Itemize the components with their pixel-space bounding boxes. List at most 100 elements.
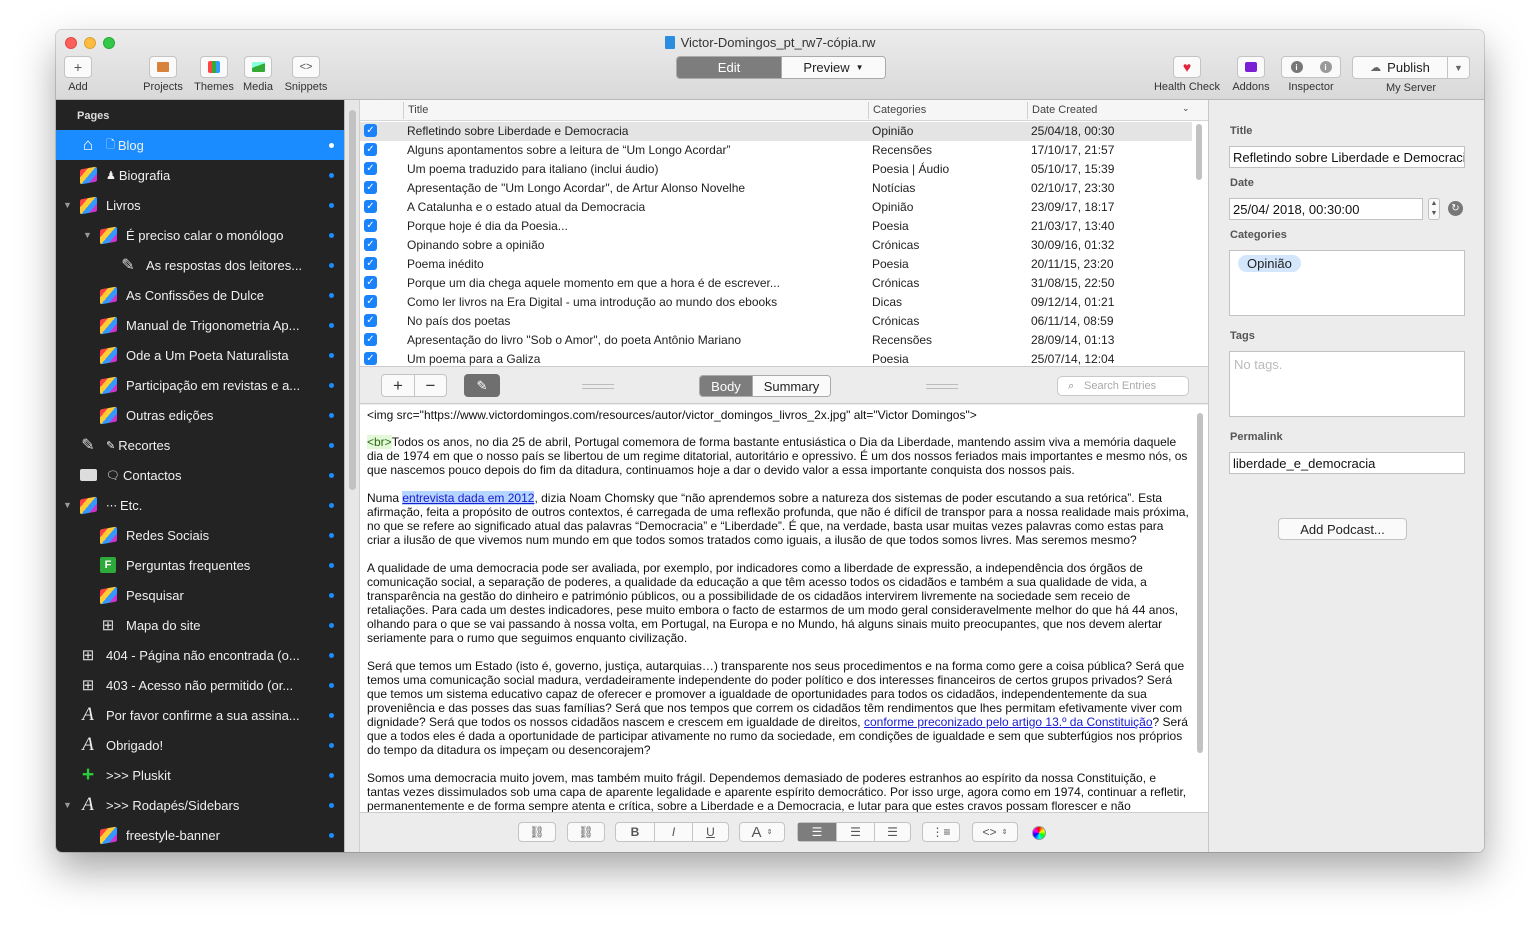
sidebar-item[interactable]: Pesquisar: [56, 580, 344, 610]
sidebar-item[interactable]: ⌂ 🗋 Blog: [56, 130, 344, 160]
category-chip[interactable]: Opinião: [1238, 255, 1301, 272]
entry-checkbox[interactable]: ✓: [364, 219, 377, 232]
refresh-date-icon[interactable]: ↻: [1448, 201, 1463, 216]
body-tab[interactable]: Body: [700, 376, 752, 396]
unlink-button[interactable]: ⛓: [567, 822, 605, 842]
permalink-field[interactable]: liberdade_e_democracia: [1229, 452, 1465, 474]
sidebar-item[interactable]: ⊞ 404 - Página não encontrada (o...: [56, 640, 344, 670]
sidebar-item[interactable]: ▼ A >>> Rodapés/Sidebars: [56, 790, 344, 820]
entry-checkbox[interactable]: ✓: [364, 238, 377, 251]
entry-checkbox[interactable]: ✓: [364, 124, 377, 137]
edit-entry-button[interactable]: ✎: [464, 374, 500, 397]
sidebar-item[interactable]: ♟ Biografia: [56, 160, 344, 190]
add-entry-button[interactable]: +: [382, 375, 414, 396]
disclosure-triangle-icon[interactable]: ▼: [63, 500, 72, 510]
title-field[interactable]: Refletindo sobre Liberdade e Democracia: [1229, 146, 1465, 168]
search-entries-input[interactable]: ⌕ Search Entries: [1057, 376, 1189, 396]
resize-grip-icon[interactable]: [582, 384, 614, 389]
sidebar-item[interactable]: ⊞ Mapa do site: [56, 610, 344, 640]
disclosure-triangle-icon[interactable]: ▼: [63, 800, 72, 810]
addons-button[interactable]: Addons: [1230, 56, 1272, 93]
media-button[interactable]: Media: [242, 56, 274, 93]
color-picker-icon[interactable]: [1032, 826, 1046, 840]
list-button[interactable]: ⋮≡: [922, 822, 960, 842]
entry-checkbox[interactable]: ✓: [364, 352, 377, 365]
table-row[interactable]: ✓ Como ler livros na Era Digital - uma in…: [360, 293, 1192, 312]
table-row[interactable]: ✓ Poema inédito Poesia 20/11/15, 23:20: [360, 255, 1192, 274]
disclosure-triangle-icon[interactable]: ▼: [63, 200, 72, 210]
body-editor[interactable]: <img src="https://www.victordomingos.com…: [360, 405, 1208, 812]
align-left-button[interactable]: ☰: [798, 823, 836, 841]
align-right-button[interactable]: ☰: [874, 823, 910, 841]
align-center-button[interactable]: ☰: [836, 823, 874, 841]
remove-entry-button[interactable]: −: [414, 375, 446, 396]
add-button[interactable]: + Add: [64, 56, 92, 93]
projects-button[interactable]: Projects: [140, 56, 186, 93]
inspector-button[interactable]: i i Inspector: [1280, 56, 1342, 93]
sidebar-item[interactable]: Ode a Um Poeta Naturalista: [56, 340, 344, 370]
font-size-button[interactable]: A ⇕: [739, 822, 785, 842]
disclosure-triangle-icon[interactable]: ▼: [83, 230, 92, 240]
column-title[interactable]: Title: [408, 104, 428, 116]
sidebar-item[interactable]: ▼ Livros: [56, 190, 344, 220]
entry-checkbox[interactable]: ✓: [364, 257, 377, 270]
sidebar-item[interactable]: Participação em revistas e a...: [56, 370, 344, 400]
table-row[interactable]: ✓ Apresentação de "Um Longo Acordar", de …: [360, 179, 1192, 198]
link-button[interactable]: ⛓: [518, 822, 556, 842]
themes-button[interactable]: Themes: [192, 56, 236, 93]
sidebar-item[interactable]: A Obrigado!: [56, 730, 344, 760]
sidebar-item[interactable]: freestyle-banner: [56, 820, 344, 850]
summary-tab[interactable]: Summary: [752, 376, 830, 396]
sidebar-item[interactable]: Outras edições: [56, 400, 344, 430]
editor-scrollbar[interactable]: [1197, 413, 1203, 753]
date-field[interactable]: 25/04/ 2018, 00:30:00: [1229, 198, 1423, 220]
sidebar-item[interactable]: ✎ As respostas dos leitores...: [56, 250, 344, 280]
table-row[interactable]: ✓ Porque hoje é dia da Poesia... Poesia 21/…: [360, 217, 1192, 236]
entry-checkbox[interactable]: ✓: [364, 295, 377, 308]
sidebar-item[interactable]: + >>> Pluskit: [56, 760, 344, 790]
sidebar-item[interactable]: ✎ ✎ Recortes: [56, 430, 344, 460]
entry-checkbox[interactable]: ✓: [364, 333, 377, 346]
sidebar-item[interactable]: 🗨 Contactos: [56, 460, 344, 490]
interview-link[interactable]: entrevista dada em 2012: [402, 491, 535, 505]
preview-tab[interactable]: Preview ▼: [781, 57, 885, 78]
sidebar-item[interactable]: F Perguntas frequentes: [56, 550, 344, 580]
sidebar-item[interactable]: Redes Sociais: [56, 520, 344, 550]
resize-grip-icon[interactable]: [926, 384, 958, 389]
code-button[interactable]: <> ⇕: [972, 822, 1018, 842]
sidebar-item[interactable]: ⊞ 403 - Acesso não permitido (or...: [56, 670, 344, 700]
constitution-link[interactable]: conforme preconizado pelo artigo 13.º da…: [864, 715, 1153, 729]
edit-tab[interactable]: Edit: [677, 57, 781, 78]
sidebar-item[interactable]: ▼ ⋯ Etc.: [56, 490, 344, 520]
sidebar-item[interactable]: ▼ É preciso calar o monólogo: [56, 220, 344, 250]
entry-checkbox[interactable]: ✓: [364, 314, 377, 327]
column-date-created[interactable]: Date Created: [1032, 104, 1097, 116]
publish-button[interactable]: ☁ Publish ▼: [1352, 56, 1470, 79]
publish-menu-chevron-icon[interactable]: ▼: [1447, 57, 1469, 78]
table-row[interactable]: ✓ Apresentação do livro "Sob o Amor", do …: [360, 331, 1192, 350]
italic-button[interactable]: I: [654, 823, 692, 841]
table-row[interactable]: ✓ Porque um dia chega aquele momento em q…: [360, 274, 1192, 293]
entry-checkbox[interactable]: ✓: [364, 181, 377, 194]
sidebar-item[interactable]: As Confissões de Dulce: [56, 280, 344, 310]
table-row[interactable]: ✓ A Catalunha e o estado atual da Democra…: [360, 198, 1192, 217]
entries-scrollbar[interactable]: [1194, 122, 1204, 362]
table-row[interactable]: ✓ Um poema para a Galiza Poesia 25/07/14, 1…: [360, 350, 1192, 366]
publish-main[interactable]: ☁ Publish: [1353, 57, 1447, 78]
sort-chevron-icon[interactable]: ⌄: [1182, 103, 1190, 114]
table-row[interactable]: ✓ Alguns apontamentos sobre a leitura de …: [360, 141, 1192, 160]
sidebar-item[interactable]: Manual de Trigonometria Ap...: [56, 310, 344, 340]
table-row[interactable]: ✓ Refletindo sobre Liberdade e Democracia…: [360, 122, 1192, 141]
entries-scroll-thumb[interactable]: [1196, 124, 1202, 180]
underline-button[interactable]: U: [692, 823, 728, 841]
entry-checkbox[interactable]: ✓: [364, 143, 377, 156]
bold-button[interactable]: B: [616, 823, 654, 841]
column-categories[interactable]: Categories: [873, 104, 926, 116]
health-check-button[interactable]: ♥ Health Check: [1150, 56, 1224, 93]
sidebar-scrollbar[interactable]: [344, 100, 360, 852]
table-row[interactable]: ✓ Opinando sobre a opinião Crónicas 30/09/1…: [360, 236, 1192, 255]
snippets-button[interactable]: <> Snippets: [282, 56, 330, 93]
date-stepper[interactable]: ▲ ▼: [1428, 198, 1440, 220]
categories-box[interactable]: Opinião: [1229, 250, 1465, 316]
tags-box[interactable]: No tags.: [1229, 351, 1465, 417]
